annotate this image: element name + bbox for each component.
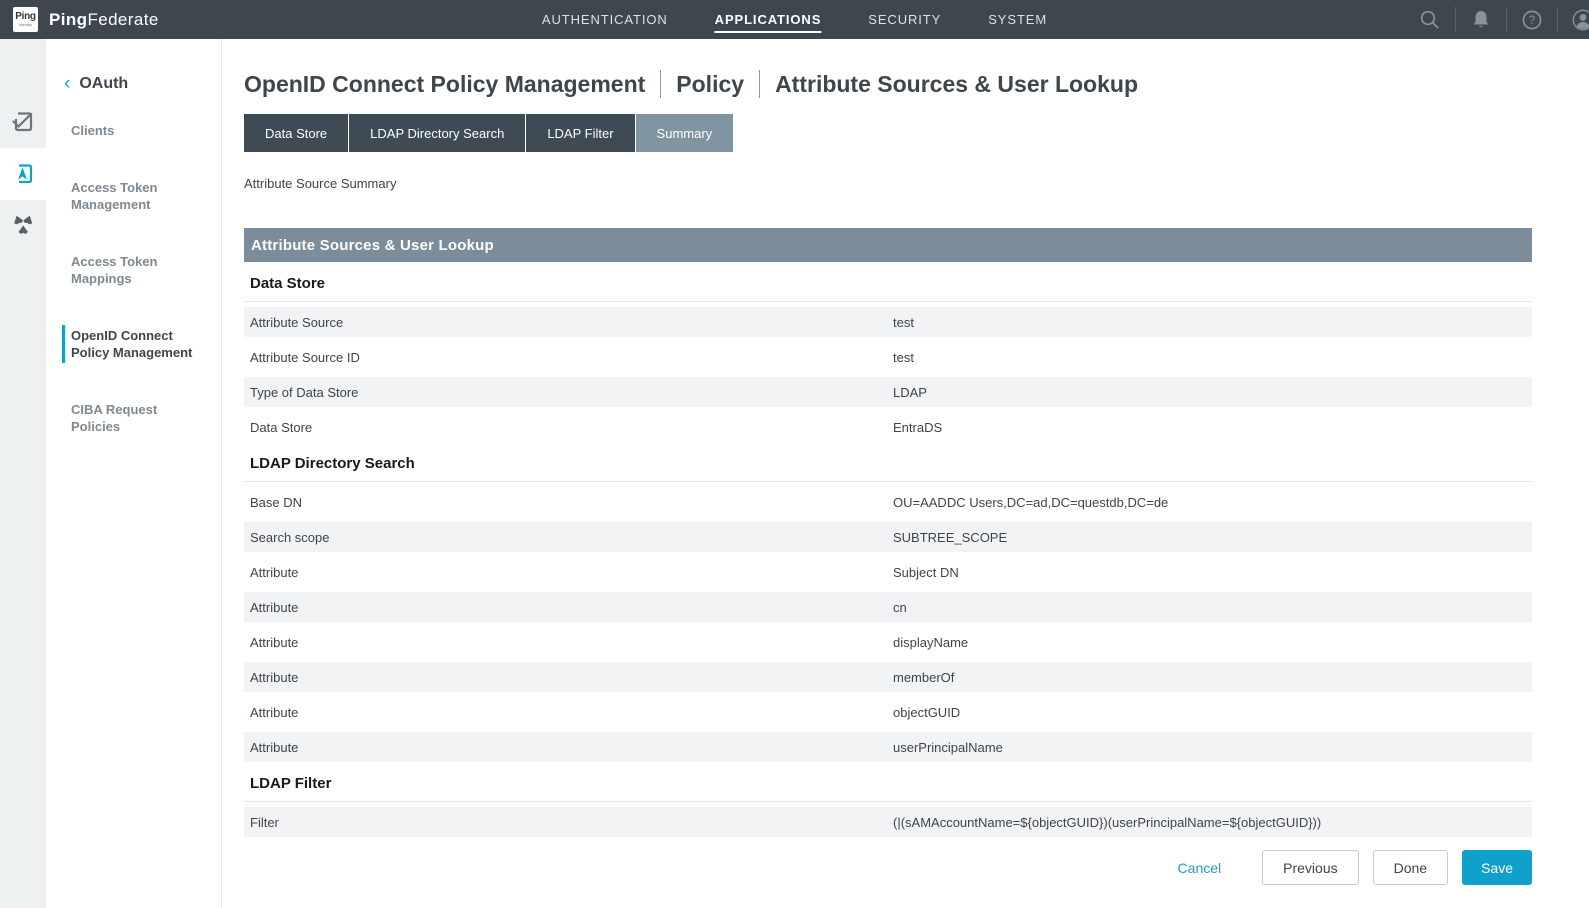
top-bar: Ping Identity PingFederate AUTHENTICATIO… bbox=[0, 0, 1589, 39]
app-title-light: Federate bbox=[87, 10, 158, 29]
token-arrow-icon[interactable] bbox=[0, 148, 46, 200]
page-title: OpenID Connect Policy Management Policy … bbox=[244, 70, 1589, 98]
icon-rail bbox=[0, 39, 46, 908]
row-value: test bbox=[893, 350, 1532, 365]
footer-actions: Cancel Previous Done Save bbox=[1172, 850, 1532, 885]
summary-row: AttributeobjectGUID bbox=[244, 697, 1532, 727]
row-label: Attribute Source ID bbox=[244, 350, 893, 365]
row-value: (|(sAMAccountName=${objectGUID})(userPri… bbox=[893, 815, 1532, 830]
breadcrumb-segment: OpenID Connect Policy Management bbox=[244, 71, 645, 98]
breadcrumb-segment: Attribute Sources & User Lookup bbox=[775, 71, 1138, 98]
cancel-button[interactable]: Cancel bbox=[1172, 859, 1228, 877]
summary-row: AttributememberOf bbox=[244, 662, 1532, 692]
sidebar-back-label: OAuth bbox=[79, 75, 128, 93]
row-label: Attribute bbox=[244, 740, 893, 755]
row-label: Attribute Source bbox=[244, 315, 893, 330]
row-label: Data Store bbox=[244, 420, 893, 435]
sidebar-item-openid-connect-policy-management[interactable]: OpenID Connect Policy Management bbox=[62, 325, 194, 363]
account-avatar-icon[interactable] bbox=[1571, 8, 1589, 32]
row-label: Attribute bbox=[244, 565, 893, 580]
row-label: Type of Data Store bbox=[244, 385, 893, 400]
sidebar-item-access-token-mappings[interactable]: Access Token Mappings bbox=[71, 251, 203, 289]
wizard-tabs: Data StoreLDAP Directory SearchLDAP Filt… bbox=[244, 114, 1589, 152]
previous-button[interactable]: Previous bbox=[1262, 850, 1358, 885]
title-divider bbox=[759, 70, 760, 98]
summary-row: Filter(|(sAMAccountName=${objectGUID})(u… bbox=[244, 807, 1532, 837]
row-label: Filter bbox=[244, 815, 893, 830]
row-value: SUBTREE_SCOPE bbox=[893, 530, 1532, 545]
summary-sections: Data StoreAttribute SourcetestAttribute … bbox=[244, 262, 1532, 837]
row-label: Search scope bbox=[244, 530, 893, 545]
summary-label: Attribute Source Summary bbox=[244, 176, 1589, 191]
summary-row: Attribute Sourcetest bbox=[244, 307, 1532, 337]
tab-data-store[interactable]: Data Store bbox=[244, 114, 348, 152]
top-nav-system[interactable]: SYSTEM bbox=[988, 0, 1047, 39]
summary-row: Search scopeSUBTREE_SCOPE bbox=[244, 522, 1532, 552]
top-nav-authentication[interactable]: AUTHENTICATION bbox=[542, 0, 668, 39]
summary-row: Attribute Source IDtest bbox=[244, 342, 1532, 372]
row-label: Attribute bbox=[244, 600, 893, 615]
sidebar-back-oauth[interactable]: ‹ OAuth bbox=[64, 75, 221, 93]
top-nav: AUTHENTICATION APPLICATIONS SECURITY SYSTEM bbox=[542, 0, 1047, 39]
icon-divider bbox=[1557, 7, 1558, 32]
clients-check-icon[interactable] bbox=[0, 96, 46, 148]
summary-row: Type of Data StoreLDAP bbox=[244, 377, 1532, 407]
icon-divider bbox=[1506, 7, 1507, 32]
chevron-left-icon: ‹ bbox=[64, 76, 70, 92]
sidebar: ‹ OAuth Clients Access Token Management Ac… bbox=[46, 39, 222, 908]
summary-row: AttributeSubject DN bbox=[244, 557, 1532, 587]
top-icons: ? bbox=[1405, 0, 1589, 39]
notifications-bell-icon[interactable] bbox=[1469, 8, 1493, 32]
svg-text:?: ? bbox=[1529, 15, 1535, 27]
tab-summary[interactable]: Summary bbox=[636, 114, 734, 152]
row-label: Base DN bbox=[244, 495, 893, 510]
tab-ldap-filter[interactable]: LDAP Filter bbox=[526, 114, 634, 152]
title-divider bbox=[660, 70, 661, 98]
search-icon[interactable] bbox=[1418, 8, 1442, 32]
sidebar-item-access-token-management[interactable]: Access Token Management bbox=[71, 177, 203, 215]
row-value: userPrincipalName bbox=[893, 740, 1532, 755]
top-nav-security[interactable]: SECURITY bbox=[868, 0, 941, 39]
row-value: Subject DN bbox=[893, 565, 1532, 580]
summary-row: Attributecn bbox=[244, 592, 1532, 622]
summary-row: Data StoreEntraDS bbox=[244, 412, 1532, 442]
done-button[interactable]: Done bbox=[1373, 850, 1448, 885]
row-value: memberOf bbox=[893, 670, 1532, 685]
breadcrumb-segment: Policy bbox=[676, 71, 744, 98]
help-icon[interactable]: ? bbox=[1520, 8, 1544, 32]
section-heading-ldap-filter: LDAP Filter bbox=[244, 762, 1532, 802]
row-value: cn bbox=[893, 600, 1532, 615]
summary-row: Base DNOU=AADDC Users,DC=ad,DC=questdb,D… bbox=[244, 487, 1532, 517]
section-heading-data-store: Data Store bbox=[244, 262, 1532, 302]
sidebar-item-ciba-request-policies[interactable]: CIBA Request Policies bbox=[71, 399, 203, 437]
ping-logo-text: Ping bbox=[15, 12, 35, 22]
row-label: Attribute bbox=[244, 705, 893, 720]
row-value: OU=AADDC Users,DC=ad,DC=questdb,DC=de bbox=[893, 495, 1532, 510]
row-value: EntraDS bbox=[893, 420, 1532, 435]
summary-row: AttributeuserPrincipalName bbox=[244, 732, 1532, 762]
section-heading-ldap-directory-search: LDAP Directory Search bbox=[244, 442, 1532, 482]
app-title: PingFederate bbox=[49, 10, 159, 30]
row-label: Attribute bbox=[244, 670, 893, 685]
ping-logo: Ping Identity bbox=[13, 7, 38, 32]
section-banner: Attribute Sources & User Lookup bbox=[244, 228, 1532, 262]
row-label: Attribute bbox=[244, 635, 893, 650]
row-value: LDAP bbox=[893, 385, 1532, 400]
save-button[interactable]: Save bbox=[1462, 850, 1532, 885]
tab-ldap-directory-search[interactable]: LDAP Directory Search bbox=[349, 114, 525, 152]
top-nav-applications[interactable]: APPLICATIONS bbox=[715, 0, 822, 39]
row-value: displayName bbox=[893, 635, 1532, 650]
sidebar-item-clients[interactable]: Clients bbox=[71, 120, 203, 141]
main-content: OpenID Connect Policy Management Policy … bbox=[222, 39, 1589, 908]
app-title-bold: Ping bbox=[49, 10, 87, 29]
ping-logo-subtext: Identity bbox=[19, 22, 32, 27]
sidebar-nav: Clients Access Token Management Access Tok… bbox=[46, 120, 221, 437]
icon-divider bbox=[1455, 7, 1456, 32]
summary-row: AttributedisplayName bbox=[244, 627, 1532, 657]
row-value: test bbox=[893, 315, 1532, 330]
connections-spades-icon[interactable] bbox=[0, 200, 46, 252]
app-shell: ‹ OAuth Clients Access Token Management Ac… bbox=[0, 39, 1589, 908]
row-value: objectGUID bbox=[893, 705, 1532, 720]
